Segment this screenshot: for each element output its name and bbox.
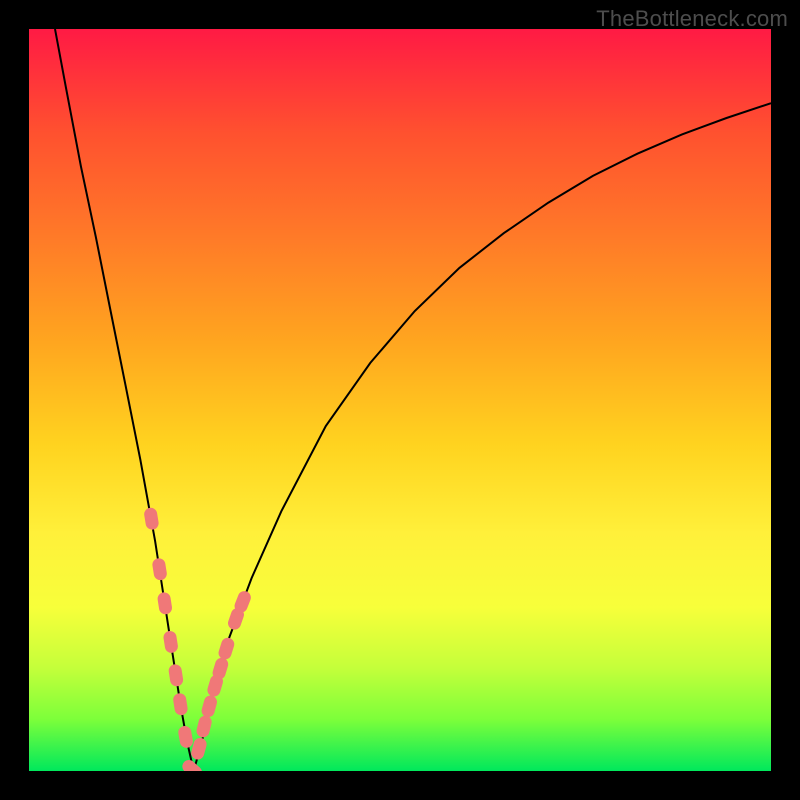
- curve-marker: [200, 694, 218, 719]
- curve-marker: [151, 557, 167, 581]
- curve-marker: [177, 725, 194, 749]
- curve-marker: [163, 630, 179, 654]
- curve-marker: [168, 663, 184, 687]
- curve-marker: [157, 591, 173, 615]
- curve-markers: [143, 507, 253, 771]
- curve-marker: [180, 757, 205, 771]
- curve-marker: [143, 507, 159, 531]
- chart-svg: [29, 29, 771, 771]
- watermark-text: TheBottleneck.com: [596, 6, 788, 32]
- chart-area: [29, 29, 771, 771]
- curve-marker: [195, 714, 213, 738]
- curve-marker: [172, 692, 188, 716]
- curve-marker: [217, 636, 236, 661]
- bottleneck-curve: [55, 29, 771, 771]
